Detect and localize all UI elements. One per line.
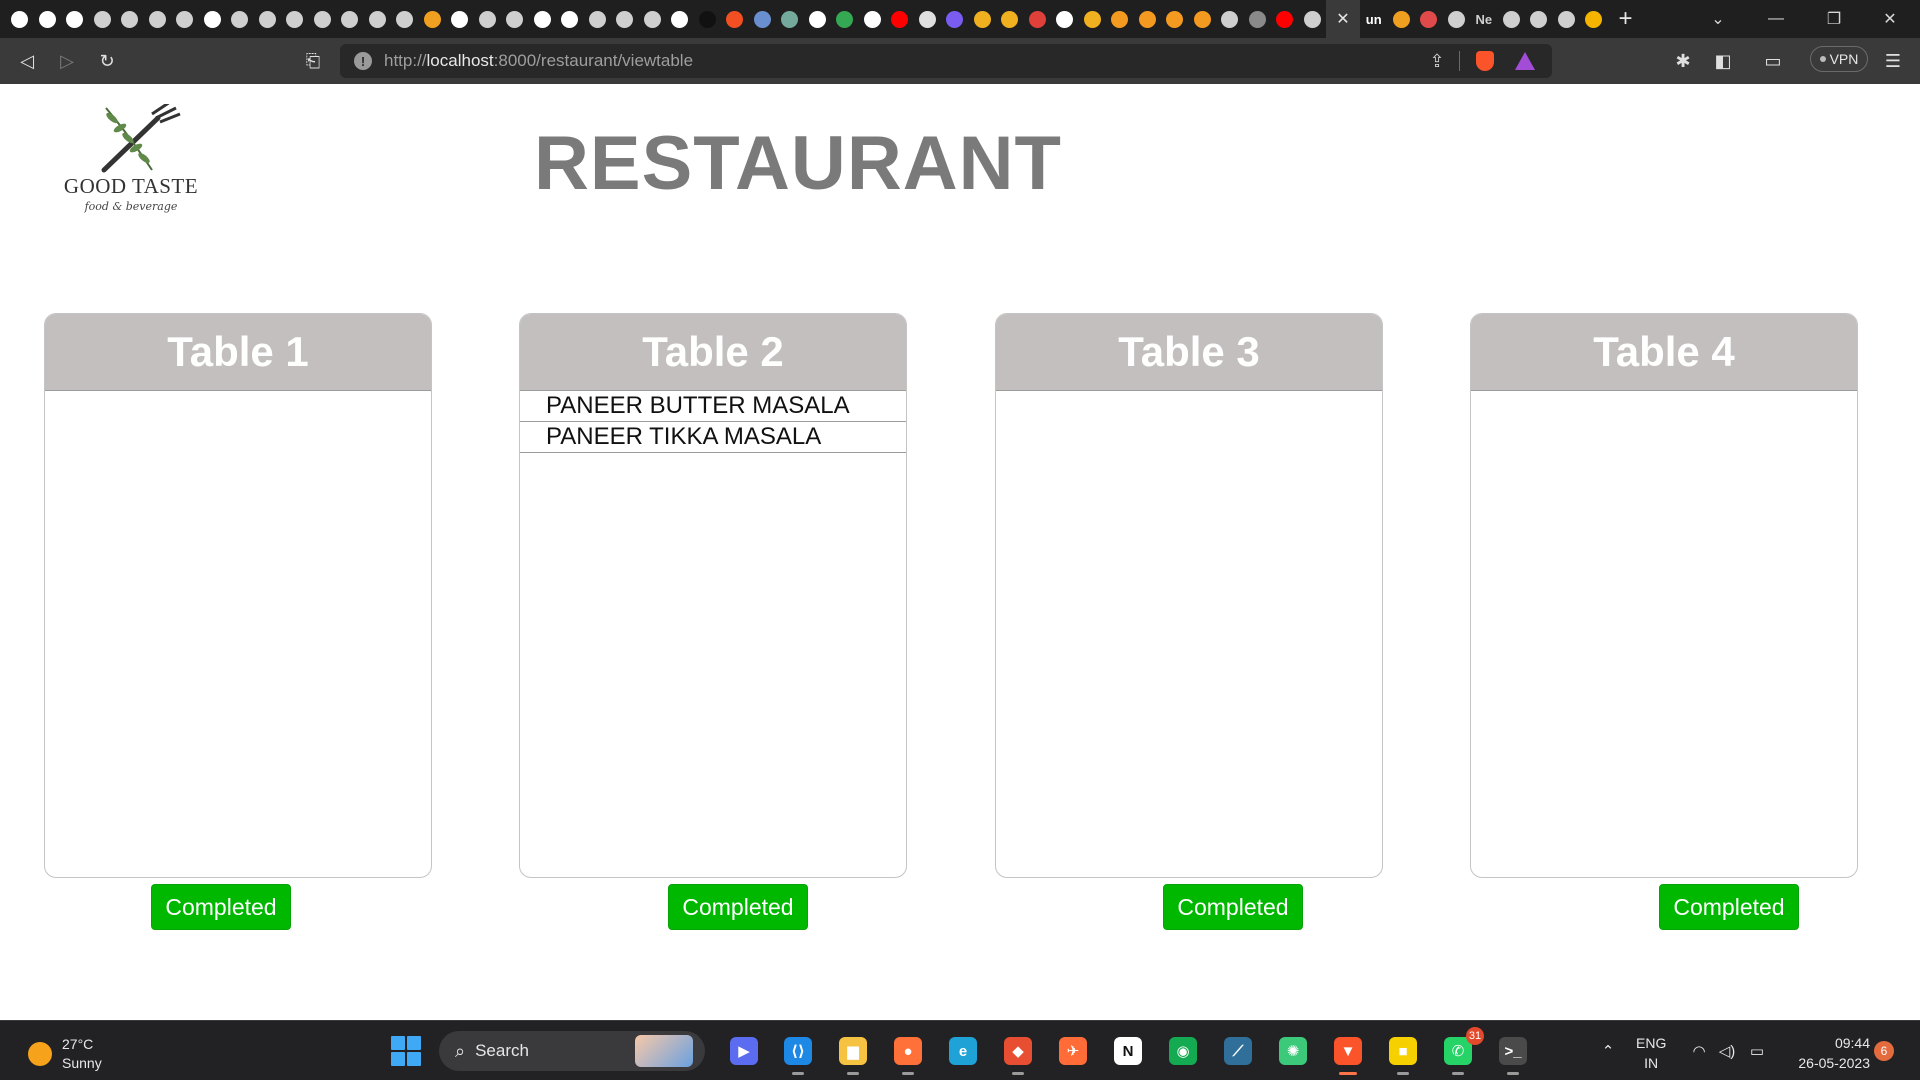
notion-icon: N [1114,1037,1142,1065]
firefox-icon: ● [894,1037,922,1065]
vscode-icon: ⟨⟩ [784,1037,812,1065]
taskbar-search[interactable]: ⌕ Search [439,1031,705,1071]
volume-icon[interactable]: ◁) [1714,1021,1740,1081]
taskbar-app-whatsapp[interactable]: ✆ 31 [1440,1027,1484,1075]
running-indicator [1012,1072,1024,1075]
taskbar-app-mongodb[interactable]: ◉ [1165,1033,1201,1069]
taskbar-app-atom[interactable]: ✺ [1275,1033,1311,1069]
show-hidden-icons-icon[interactable]: ⌃ [1596,1021,1620,1081]
weather-condition: Sunny [62,1055,102,1071]
taskbar-app-notion[interactable]: N [1110,1033,1146,1069]
weather-temperature: 27°C [62,1036,94,1052]
taskbar-app-file-explorer[interactable]: ▆ [835,1033,871,1075]
taskbar-app-brave[interactable]: ▼ [1330,1033,1366,1075]
table-header: Table 4 [1471,314,1857,391]
search-highlight-image [635,1035,693,1067]
taskbar-app-postman[interactable]: ✈ [1055,1033,1091,1069]
edge-icon: e [949,1037,977,1065]
order-item: PANEER TIKKA MASALA [520,422,906,453]
search-icon: ⌕ [455,1040,466,1061]
completed-button[interactable]: Completed [1163,884,1303,930]
running-indicator [1339,1072,1357,1075]
language-indicator[interactable]: ENG IN [1636,1033,1666,1073]
git-icon: ◆ [1004,1037,1032,1065]
taskbar-app-terminal[interactable]: >_ [1495,1033,1531,1075]
order-list: PANEER BUTTER MASALA PANEER TIKKA MASALA [520,391,906,453]
taskbar-app-vscode[interactable]: ⟨⟩ [780,1033,816,1075]
order-item: PANEER BUTTER MASALA [520,391,906,422]
taskbar-app-mysql-workbench[interactable]: ⟋ [1220,1033,1256,1069]
table-card: Table 4 [1470,313,1858,878]
postman-icon: ✈ [1059,1037,1087,1065]
mysql-workbench-icon: ⟋ [1224,1037,1252,1065]
terminal-icon: >_ [1499,1037,1527,1065]
taskbar-app-zoom[interactable]: ▶ [726,1033,762,1069]
table-card: Table 3 [995,313,1383,878]
running-indicator [1397,1072,1409,1075]
windows-start-icon[interactable] [391,1036,421,1066]
brave-icon: ▼ [1334,1037,1362,1065]
completed-button[interactable]: Completed [151,884,291,930]
file-explorer-icon: ▆ [839,1037,867,1065]
taskbar-app-edge[interactable]: e [945,1033,981,1069]
language-code: ENG [1636,1035,1667,1051]
tables-grid: Table 1 Completed Table 2 PANEER BUTTER MAS… [0,0,1920,1020]
atom-icon: ✺ [1279,1037,1307,1065]
taskbar-app-sticky-notes[interactable]: ■ [1385,1033,1421,1075]
table-header: Table 1 [45,314,431,391]
language-region: IN [1644,1055,1659,1071]
running-indicator [1507,1072,1519,1075]
completed-button[interactable]: Completed [1659,884,1799,930]
table-card: Table 1 [44,313,432,878]
notification-badge[interactable]: 6 [1874,1041,1894,1061]
system-clock[interactable]: 09:44 26-05-2023 [1782,1033,1870,1073]
weather-widget[interactable]: 27°C Sunny [28,1035,102,1073]
clock-date: 26-05-2023 [1798,1055,1870,1071]
table-header: Table 2 [520,314,906,391]
battery-icon[interactable]: ▭ [1744,1021,1770,1081]
table-card: Table 2 PANEER BUTTER MASALA PANEER TIKKA … [519,313,907,878]
whatsapp-badge: 31 [1466,1027,1484,1045]
sun-icon [28,1042,52,1066]
mongodb-icon: ◉ [1169,1037,1197,1065]
sticky-notes-icon: ■ [1389,1037,1417,1065]
completed-button[interactable]: Completed [668,884,808,930]
table-header: Table 3 [996,314,1382,391]
clock-time: 09:44 [1834,1035,1870,1051]
zoom-icon: ▶ [730,1037,758,1065]
wifi-icon[interactable]: ◠ [1686,1021,1712,1081]
running-indicator [902,1072,914,1075]
taskbar-app-firefox[interactable]: ● [890,1033,926,1075]
running-indicator [847,1072,859,1075]
running-indicator [792,1072,804,1075]
search-label: Search [475,1041,529,1060]
running-indicator [1452,1072,1464,1075]
taskbar-app-git[interactable]: ◆ [1000,1033,1036,1075]
windows-taskbar: 27°C Sunny ⌕ Search ▶ ⟨⟩ ▆ ● e ◆ ✈ N ◉ ⟋ ✺ ▼ ■ ✆ 31 >_ … [0,1020,1920,1080]
